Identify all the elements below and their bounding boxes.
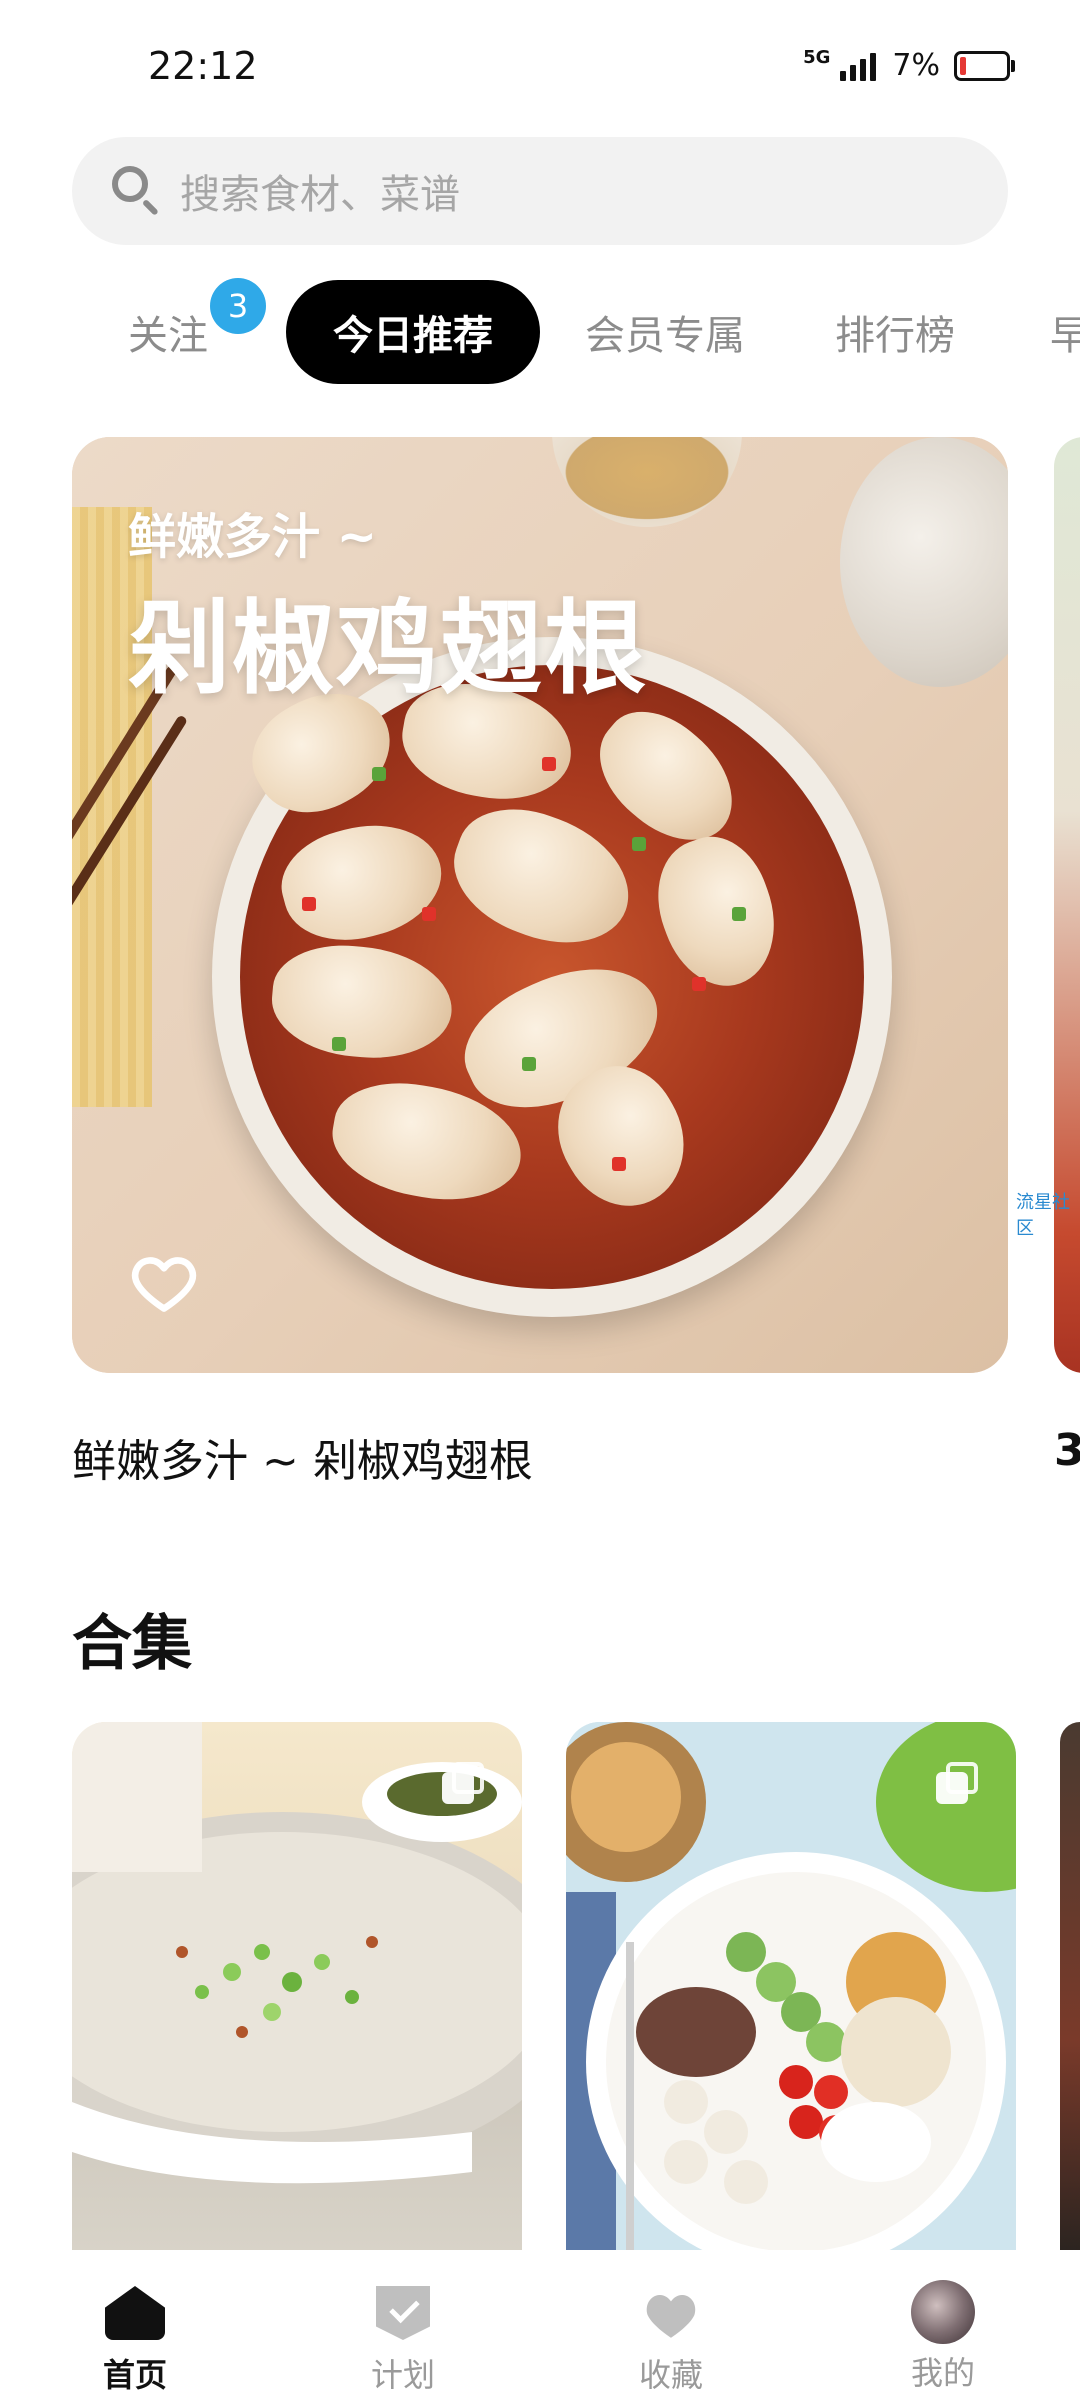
collections-section-title: 合集 <box>72 1609 192 1679</box>
hero-title: 剁椒鸡翅根 <box>128 590 648 709</box>
tab-ranking[interactable]: 排行榜 <box>825 280 965 384</box>
collection-card-peek[interactable] <box>1060 1722 1080 2252</box>
collection-card[interactable] <box>72 1722 522 2252</box>
tab-label: 早 <box>1050 313 1080 359</box>
signal-icon <box>840 51 877 81</box>
status-bar: 22:12 5G 7% <box>0 0 1080 140</box>
nav-label: 首页 <box>102 2356 167 2394</box>
plan-icon <box>373 2282 433 2342</box>
hero-recipe-card[interactable]: 鲜嫩多汁 ~ 剁椒鸡翅根 <box>72 437 1008 1373</box>
tab-label: 排行榜 <box>835 313 955 359</box>
hero-subtitle: 鲜嫩多汁 ~ <box>128 509 377 565</box>
hero-caption[interactable]: 鲜嫩多汁 ~ 剁椒鸡翅根 <box>72 1425 533 1489</box>
tab-breakfast-partial[interactable]: 早 <box>1050 280 1080 384</box>
tab-label: 今日推荐 <box>333 313 493 359</box>
garnish <box>612 1157 626 1171</box>
nav-profile[interactable]: 我的 <box>843 2250 1043 2400</box>
nav-label: 计划 <box>370 2356 435 2394</box>
app-screen: 22:12 5G 7% 搜索食材、菜谱 关注 3 今日推荐 会员专属 排行榜 早… <box>0 0 1080 2400</box>
garnish <box>372 767 386 781</box>
garnish <box>522 1057 536 1071</box>
bottom-navigation: 首页 计划 收藏 我的 <box>0 2250 1080 2400</box>
heart-outline-icon[interactable] <box>128 1247 200 1319</box>
avatar <box>911 2280 975 2344</box>
collection-stack-icon <box>442 1762 484 1804</box>
search-icon <box>110 164 164 218</box>
garnish <box>692 977 706 991</box>
search-placeholder: 搜索食材、菜谱 <box>180 172 460 218</box>
garnish <box>732 907 746 921</box>
status-indicators: 5G 7% <box>803 46 1015 83</box>
category-tabs: 关注 3 今日推荐 会员专属 排行榜 早 <box>0 278 1080 384</box>
battery-icon <box>954 50 1015 81</box>
nav-label: 收藏 <box>638 2356 703 2394</box>
heart-icon <box>641 2282 701 2342</box>
garnish <box>542 757 556 771</box>
collection-stack-icon <box>936 1762 978 1804</box>
garnish <box>332 1037 346 1051</box>
tab-label: 会员专属 <box>585 313 745 359</box>
notification-badge: 3 <box>210 278 266 334</box>
garnish <box>302 897 316 911</box>
tab-label: 关注 <box>128 313 208 359</box>
network-type-icon: 5G <box>803 46 831 68</box>
nav-favorites[interactable]: 收藏 <box>571 2250 771 2400</box>
garnish <box>632 837 646 851</box>
nav-home[interactable]: 首页 <box>35 2250 235 2400</box>
collection-card[interactable] <box>566 1722 1016 2252</box>
nav-label: 我的 <box>910 2354 975 2392</box>
search-bar[interactable]: 搜索食材、菜谱 <box>72 137 1008 245</box>
next-card-overlay-text: 流星社区 <box>1016 1192 1070 1239</box>
tab-member-exclusive[interactable]: 会员专属 <box>575 280 755 384</box>
tab-today-recommend[interactable]: 今日推荐 <box>286 280 540 384</box>
nav-plan[interactable]: 计划 <box>303 2250 503 2400</box>
home-icon <box>105 2282 165 2342</box>
garnish <box>422 907 436 921</box>
status-time: 22:12 <box>148 44 258 88</box>
next-card-caption-peek: 3 <box>1054 1425 1080 1476</box>
battery-percent: 7% <box>892 48 940 83</box>
